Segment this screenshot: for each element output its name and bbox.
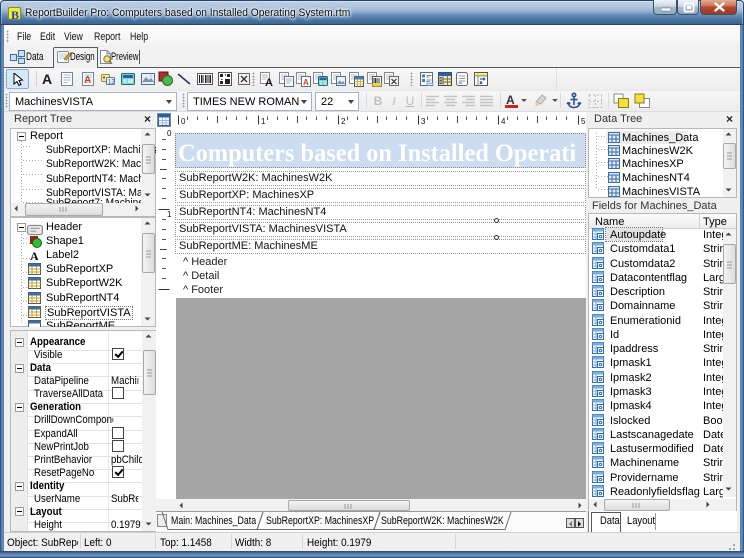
svg-text:1: 1 [167,210,172,219]
svg-text:5: 5 [581,117,586,126]
svg-text:A: A [303,78,309,87]
svg-text:2: 2 [341,117,346,126]
svg-text:A: A [265,77,273,87]
svg-text:4: 4 [501,117,506,126]
svg-text:A: A [84,75,91,86]
svg-text:A: A [42,71,52,87]
svg-text:A: A [30,249,39,262]
svg-text:0: 0 [181,117,186,126]
svg-text:3: 3 [421,117,426,126]
svg-text:1: 1 [261,117,266,126]
svg-text:12: 12 [108,80,115,86]
svg-text:B: B [11,8,19,21]
